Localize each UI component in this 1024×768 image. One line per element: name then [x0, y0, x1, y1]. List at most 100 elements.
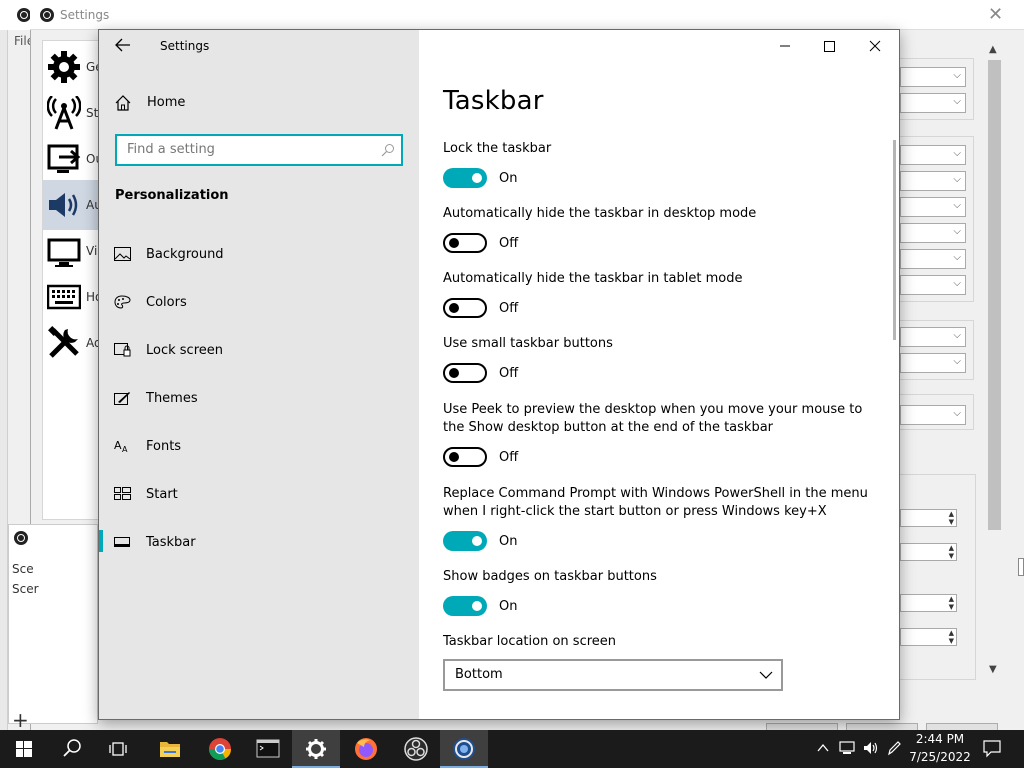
obs-main-left-strip [0, 30, 8, 730]
search-icon [63, 739, 81, 757]
peek-toggle[interactable] [443, 447, 487, 467]
obs-spinbox[interactable]: ▲ ▼ [900, 594, 957, 612]
volume-icon[interactable] [862, 739, 880, 757]
obs-spinbox[interactable]: ▲ ▼ [900, 509, 957, 527]
obs-scene-item[interactable]: Sce [12, 562, 34, 576]
speaker-icon[interactable] [47, 190, 81, 220]
obs-combo[interactable]: ⌵ [900, 249, 966, 269]
task-view-button[interactable] [96, 730, 144, 768]
autohide-tablet-toggle[interactable] [443, 298, 487, 318]
search-button[interactable] [48, 730, 96, 768]
toggle-state-label: Off [499, 366, 519, 381]
nav-item-label: Themes [146, 391, 198, 406]
setting-label: Automatically hide the taskbar in deskto… [443, 206, 757, 221]
nav-item-colors[interactable]: Colors [99, 283, 419, 323]
obs-spinbox[interactable]: ▲ ▼ [900, 543, 957, 561]
content-scrollbar[interactable] [893, 140, 896, 340]
svg-text:A: A [114, 439, 122, 452]
location-label: Taskbar location on screen [443, 634, 617, 649]
themes-icon [114, 392, 130, 405]
obs-logo-icon [14, 531, 28, 545]
search-box[interactable] [115, 134, 403, 166]
nav-item-fonts[interactable]: A A Fonts [99, 427, 419, 467]
nav-item-background[interactable]: Background [99, 235, 419, 275]
start-button[interactable] [0, 730, 48, 768]
toggle-state-label: On [499, 171, 518, 186]
nav-item-taskbar[interactable]: Taskbar [99, 523, 419, 563]
video-monitor-icon[interactable] [47, 238, 81, 268]
obs-combo[interactable]: ⌵ [900, 67, 966, 87]
obs-combo[interactable]: ⌵ [900, 197, 966, 217]
nav-home[interactable]: Home [114, 92, 404, 116]
page-title: Taskbar [443, 86, 544, 116]
toggle-knob [472, 173, 482, 183]
obs-combo[interactable]: ⌵ [900, 327, 966, 347]
keyboard-icon[interactable] [47, 284, 81, 310]
clock-time[interactable]: 2:44 PM [912, 732, 968, 746]
obs-combo[interactable]: ⌵ [900, 145, 966, 165]
obs-combo[interactable]: ⌵ [900, 405, 966, 425]
obs-add-scene-icon[interactable]: + [12, 708, 29, 732]
chevron-up-icon[interactable] [816, 741, 830, 755]
badges-toggle[interactable] [443, 596, 487, 616]
settings-content-pane [419, 30, 899, 719]
toggle-knob [449, 238, 459, 248]
nav-item-start[interactable]: Start [99, 475, 419, 515]
obs-studio-button[interactable] [392, 730, 440, 768]
maximize-icon [824, 41, 835, 52]
file-explorer-button[interactable] [146, 730, 194, 768]
settings-gear-icon [306, 739, 326, 759]
search-icon[interactable] [381, 143, 395, 157]
nav-item-lock-screen[interactable]: Lock screen [99, 331, 419, 371]
obs-file-menu[interactable]: File [14, 34, 30, 48]
pen-icon[interactable] [886, 739, 902, 757]
toggle-state-label: On [499, 534, 518, 549]
advanced-tools-icon[interactable] [47, 326, 81, 360]
minimize-button[interactable] [770, 32, 800, 60]
obs-scrollbar-thumb[interactable] [988, 60, 1001, 530]
obs-combo[interactable]: ⌵ [900, 171, 966, 191]
obs-combo[interactable]: ⌵ [900, 223, 966, 243]
nav-item-themes[interactable]: Themes [99, 379, 419, 419]
obs-close-icon[interactable]: ✕ [988, 4, 1003, 25]
notification-icon[interactable] [982, 738, 1002, 758]
clock-date[interactable]: 7/25/2022 [905, 750, 975, 764]
output-monitor-icon[interactable] [47, 144, 81, 176]
obs-combo[interactable]: ⌵ [900, 353, 966, 373]
obs-settings-titlebar [30, 0, 1024, 30]
svg-text:A: A [122, 445, 128, 453]
terminal-button[interactable] [244, 730, 292, 768]
obs-combo[interactable]: ⌵ [900, 275, 966, 295]
autohide-desktop-toggle[interactable] [443, 233, 487, 253]
folder-icon [160, 742, 180, 757]
settings-taskbar-button[interactable] [292, 730, 340, 768]
firefox-button[interactable] [342, 730, 390, 768]
palette-icon [114, 295, 131, 309]
obs-scene-item[interactable]: Scer [12, 582, 39, 596]
minimize-icon [780, 45, 790, 47]
lock-screen-icon [114, 343, 131, 357]
close-button[interactable] [860, 32, 890, 60]
maximize-button[interactable] [814, 32, 844, 60]
back-button[interactable] [114, 36, 134, 56]
obs-combo[interactable]: ⌵ [900, 93, 966, 113]
obs-scroll-down-icon[interactable]: ▼ [989, 664, 997, 675]
chrome-button[interactable] [196, 730, 244, 768]
setting-label: Lock the taskbar [443, 141, 552, 156]
lock-taskbar-toggle[interactable] [443, 168, 487, 188]
powershell-toggle[interactable] [443, 531, 487, 551]
taskbar-location-dropdown[interactable]: Bottom [443, 659, 783, 691]
search-input[interactable] [127, 142, 367, 157]
obs-main-control[interactable] [1018, 558, 1024, 576]
obs-spinbox[interactable]: ▲ ▼ [900, 628, 957, 646]
stream-antenna-icon[interactable] [47, 96, 81, 130]
small-buttons-toggle[interactable] [443, 363, 487, 383]
obs-scroll-up-icon[interactable]: ▲ [989, 44, 997, 55]
obs-icon [404, 737, 428, 761]
network-icon[interactable] [838, 739, 856, 757]
toggle-knob [472, 601, 482, 611]
nav-item-label: Colors [146, 295, 187, 310]
gear-icon[interactable] [47, 50, 81, 84]
obs-studio-2-button[interactable] [440, 730, 488, 768]
terminal-icon [256, 739, 280, 758]
